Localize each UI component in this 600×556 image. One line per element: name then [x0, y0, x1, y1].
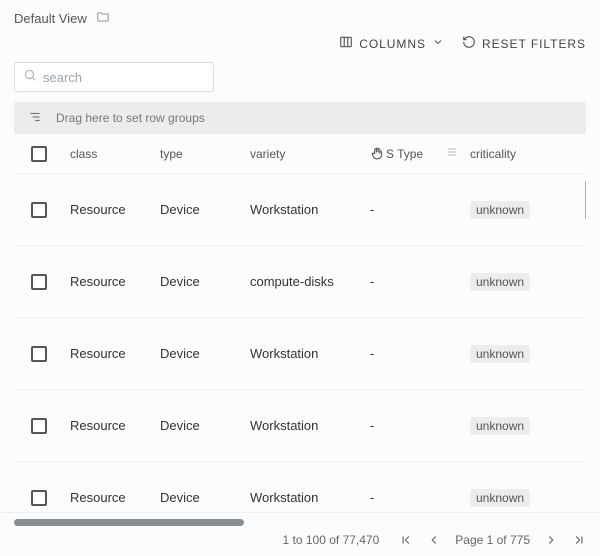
cell-os-type: - — [364, 418, 464, 433]
last-page-button[interactable] — [572, 533, 586, 547]
columns-label: COLUMNS — [359, 37, 426, 51]
reset-filters-button[interactable]: RESET FILTERS — [462, 35, 586, 52]
pagination-page: Page 1 of 775 — [455, 533, 530, 547]
columns-icon — [339, 35, 353, 52]
criticality-badge: unknown — [470, 489, 530, 507]
cell-type: Device — [154, 490, 244, 505]
row-group-hint: Drag here to set row groups — [56, 111, 205, 125]
folder-icon — [95, 10, 111, 27]
cell-type: Device — [154, 346, 244, 361]
page-title: Default View — [14, 11, 87, 26]
cell-variety: Workstation — [244, 346, 364, 361]
prev-page-button[interactable] — [427, 533, 441, 547]
cell-variety: Workstation — [244, 490, 364, 505]
pagination-range: 1 to 100 of 77,470 — [283, 533, 380, 547]
next-page-button[interactable] — [544, 533, 558, 547]
column-header-criticality[interactable]: criticality — [464, 147, 554, 161]
row-checkbox[interactable] — [31, 418, 47, 434]
cell-class: Resource — [64, 202, 154, 217]
table-row: Resource Device Workstation - unknown — [14, 390, 586, 462]
search-icon — [23, 68, 37, 87]
column-header-variety[interactable]: variety — [244, 147, 364, 161]
reset-filters-label: RESET FILTERS — [482, 37, 586, 51]
select-all-checkbox[interactable] — [31, 146, 47, 162]
first-page-button[interactable] — [399, 533, 413, 547]
criticality-badge: unknown — [470, 273, 530, 291]
cell-class: Resource — [64, 346, 154, 361]
table-row: Resource Device Workstation - unknown — [14, 462, 586, 512]
refresh-icon — [462, 35, 476, 52]
column-menu-icon[interactable] — [446, 146, 458, 161]
vertical-scrollbar-thumb[interactable] — [585, 180, 586, 220]
chevron-down-icon — [432, 36, 444, 51]
criticality-badge: unknown — [470, 417, 530, 435]
column-header-os-type-label: S Type — [386, 147, 423, 161]
cell-variety: Workstation — [244, 418, 364, 433]
column-header-class[interactable]: class — [64, 147, 154, 161]
column-header-type[interactable]: type — [154, 147, 244, 161]
cell-os-type: - — [364, 274, 464, 289]
horizontal-scrollbar-thumb[interactable] — [14, 519, 244, 526]
cell-os-type: - — [364, 346, 464, 361]
row-checkbox[interactable] — [31, 202, 47, 218]
cell-variety: compute-disks — [244, 274, 364, 289]
criticality-badge: unknown — [470, 201, 530, 219]
cell-type: Device — [154, 418, 244, 433]
columns-button[interactable]: COLUMNS — [339, 35, 444, 52]
table-header: class type variety S Type criticality — [14, 134, 586, 174]
table-body: Resource Device Workstation - unknown Re… — [14, 174, 586, 512]
row-checkbox[interactable] — [31, 274, 47, 290]
table-row: Resource Device Workstation - unknown — [14, 174, 586, 246]
criticality-badge: unknown — [470, 345, 530, 363]
row-group-icon — [28, 110, 42, 127]
cell-type: Device — [154, 202, 244, 217]
row-group-drop-zone[interactable]: Drag here to set row groups — [14, 102, 586, 134]
cell-os-type: - — [364, 202, 464, 217]
cell-class: Resource — [64, 274, 154, 289]
cell-variety: Workstation — [244, 202, 364, 217]
table-row: Resource Device compute-disks - unknown — [14, 246, 586, 318]
hand-cursor-icon — [370, 146, 384, 162]
column-header-os-type[interactable]: S Type — [364, 145, 464, 162]
table-row: Resource Device Workstation - unknown — [14, 318, 586, 390]
search-box[interactable] — [14, 62, 214, 92]
row-checkbox[interactable] — [31, 490, 47, 506]
cell-class: Resource — [64, 418, 154, 433]
horizontal-scrollbar[interactable] — [14, 519, 586, 527]
cell-class: Resource — [64, 490, 154, 505]
cell-type: Device — [154, 274, 244, 289]
row-checkbox[interactable] — [31, 346, 47, 362]
search-input[interactable] — [43, 70, 219, 85]
cell-os-type: - — [364, 490, 464, 505]
